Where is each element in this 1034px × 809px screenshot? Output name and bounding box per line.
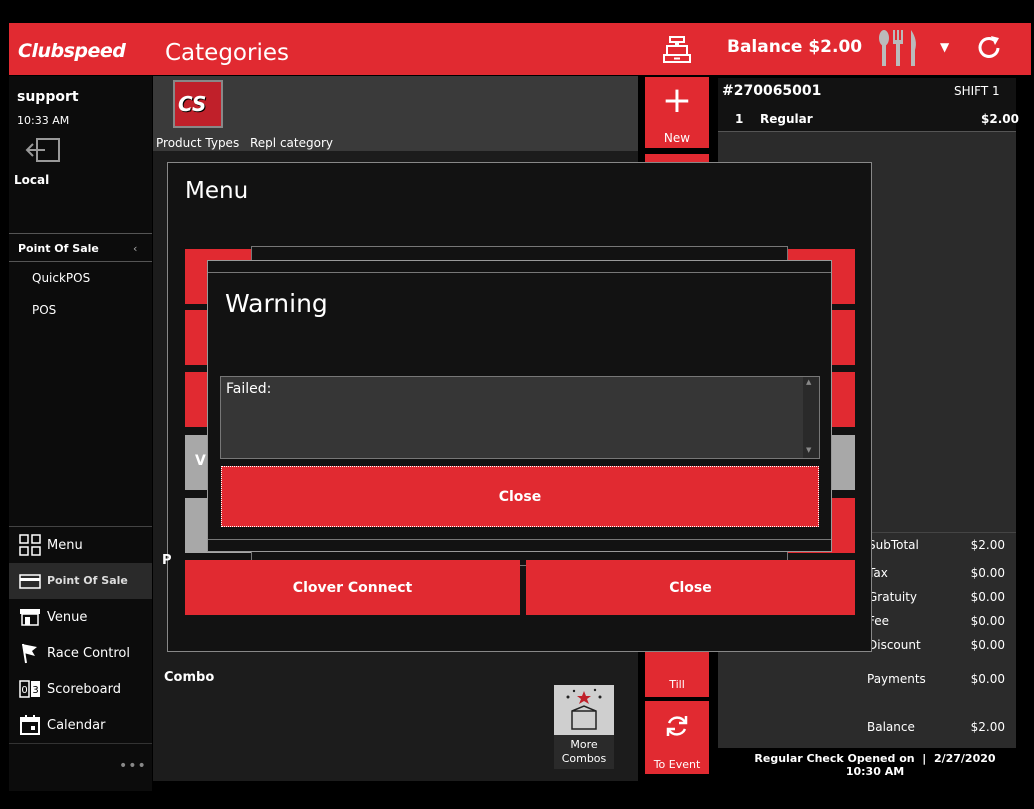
check-opened-text: Regular Check Opened on | 2/27/2020 — [754, 752, 996, 765]
action-button[interactable] — [645, 154, 709, 162]
nav-race-control[interactable]: Race Control — [9, 635, 152, 671]
tab-repl-category[interactable]: Repl category — [250, 136, 333, 150]
clubspeed-logo: Clubspeed — [18, 40, 126, 62]
to-event-button[interactable]: To Event — [645, 701, 709, 774]
till-button[interactable]: Till — [645, 651, 709, 697]
warning-message-box[interactable] — [220, 376, 820, 459]
warning-close-button[interactable]: Close — [221, 466, 819, 527]
nav-scoreboard-label: Scoreboard — [47, 682, 121, 697]
clock: 10:33 AM — [17, 114, 70, 127]
nav-race-control-label: Race Control — [47, 646, 130, 661]
chevron-down-icon[interactable]: ▼ — [940, 40, 949, 54]
menu-tile-label: V — [195, 453, 206, 469]
calendar-icon — [20, 715, 40, 735]
combo-section-label: Combo — [164, 670, 215, 685]
line-item-name[interactable]: Regular — [760, 112, 813, 126]
tax-value: $0.00 — [970, 566, 1005, 580]
new-button[interactable]: + New — [645, 77, 709, 148]
nav-scoreboard[interactable]: 0 3 Scoreboard — [9, 671, 152, 707]
clover-connect-button[interactable]: Clover Connect — [185, 560, 520, 615]
balance-display: Balance $2.00 — [727, 37, 863, 57]
scroll-up-icon[interactable]: ▲ — [806, 378, 811, 386]
nav-calendar[interactable]: Calendar — [9, 707, 152, 743]
warning-title: Warning — [225, 289, 328, 318]
divider — [9, 743, 152, 744]
sync-icon — [666, 716, 688, 736]
refresh-icon[interactable] — [974, 33, 1004, 63]
gratuity-value: $0.00 — [970, 590, 1005, 604]
menu-close-button[interactable]: Close — [526, 560, 855, 615]
nav-point-of-sale[interactable]: Point Of Sale — [9, 563, 152, 599]
new-button-label: New — [663, 131, 691, 145]
user-name: support — [17, 89, 79, 105]
location-label: Local — [14, 173, 50, 187]
sidebar-item-quickpos[interactable]: QuickPOS — [32, 271, 90, 285]
scoreboard-icon: 0 3 — [19, 680, 40, 698]
store-icon — [20, 609, 40, 626]
svg-text:3: 3 — [32, 685, 38, 696]
section-label-partial: P — [162, 553, 172, 568]
pos-section-label: Point Of Sale — [18, 242, 99, 255]
cs-logo-text: CS — [178, 92, 207, 116]
chevron-left-icon[interactable]: ‹ — [133, 242, 137, 255]
subtotal-value: $2.00 — [970, 538, 1005, 552]
page-title: Categories — [165, 40, 289, 66]
shift-label: SHIFT 1 — [954, 84, 1000, 98]
subtotal-label: SubTotal — [868, 538, 919, 552]
balance-label: Balance — [867, 720, 915, 734]
nav-venue-label: Venue — [47, 610, 88, 625]
scroll-down-icon[interactable]: ▼ — [806, 446, 811, 454]
plus-icon: + — [661, 80, 693, 121]
utensils-icon[interactable] — [876, 28, 921, 68]
logout-icon[interactable] — [25, 137, 63, 163]
gift-box-icon — [554, 685, 614, 735]
cash-register-icon[interactable] — [661, 34, 693, 66]
line-item-price: $2.00 — [981, 112, 1019, 126]
tab-product-types[interactable]: Product Types — [156, 136, 239, 150]
payments-value: $0.00 — [970, 672, 1005, 686]
card-icon — [19, 574, 41, 589]
nav-menu-label: Menu — [47, 538, 83, 553]
more-combos-label: More Combos — [561, 738, 607, 765]
fee-value: $0.00 — [970, 614, 1005, 628]
order-number: #270065001 — [722, 83, 822, 99]
balance-value: $2.00 — [970, 720, 1005, 734]
till-button-label: Till — [669, 678, 685, 691]
nav-menu[interactable]: Menu — [9, 527, 152, 563]
discount-value: $0.00 — [970, 638, 1005, 652]
grid-icon — [19, 534, 41, 556]
to-event-label: To Event — [653, 758, 701, 771]
sidebar-item-pos[interactable]: POS — [32, 303, 56, 317]
line-item-qty[interactable]: 1 — [735, 112, 743, 126]
payments-label: Payments — [867, 672, 926, 686]
menu-dialog-title: Menu — [185, 178, 249, 204]
nav-calendar-label: Calendar — [47, 718, 106, 733]
warning-message-text: Failed: — [226, 381, 272, 397]
nav-venue[interactable]: Venue — [9, 599, 152, 635]
flag-icon — [22, 643, 37, 664]
gratuity-label: Gratuity — [868, 590, 918, 604]
check-opened-time: 10:30 AM — [845, 765, 905, 778]
nav-pos-label: Point Of Sale — [47, 574, 128, 587]
app-window: Clubspeed Categories Balance $2.00 ▼ sup… — [0, 0, 1034, 809]
check-info: Regular Check Opened on | 2/27/2020 10:3… — [720, 752, 1030, 778]
discount-label: Discount — [868, 638, 921, 652]
more-options-icon[interactable]: ••• — [119, 758, 147, 774]
svg-text:0: 0 — [21, 685, 27, 696]
